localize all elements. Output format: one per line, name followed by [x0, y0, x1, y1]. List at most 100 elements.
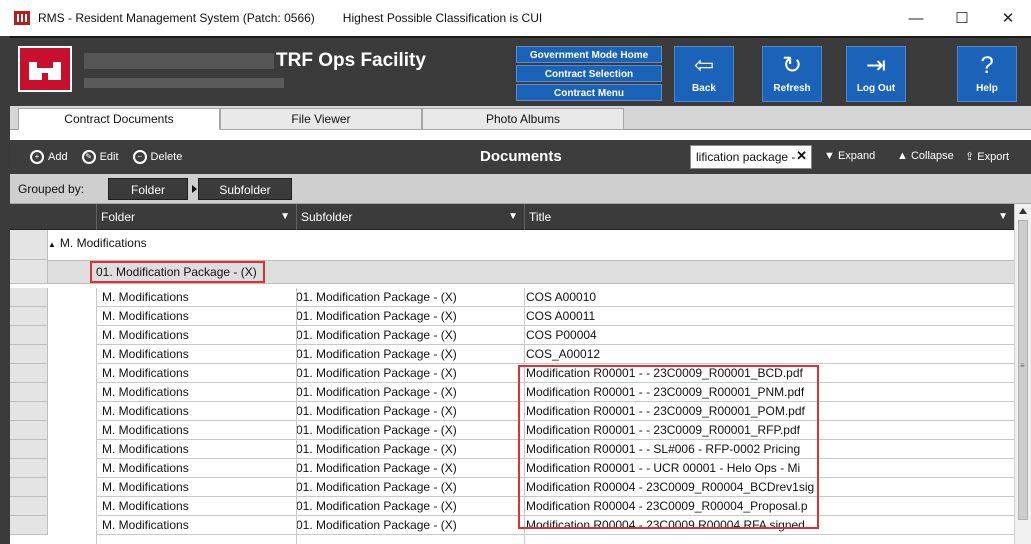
- delete-button[interactable]: − Delete: [132, 150, 183, 164]
- minimize-button[interactable]: —: [893, 0, 939, 36]
- edit-label: Edit: [99, 151, 119, 163]
- cell-subfolder: 01. Modification Package - (X): [296, 480, 457, 494]
- row-header[interactable]: [10, 421, 48, 440]
- filter-icon[interactable]: ▼: [508, 204, 518, 230]
- logout-button[interactable]: ⇥ Log Out: [846, 46, 906, 102]
- group-subfolder-highlight[interactable]: 01. Modification Package - (X): [90, 261, 265, 283]
- back-label: Back: [692, 83, 716, 94]
- expand-button[interactable]: ▼ Expand: [824, 150, 875, 162]
- row-header[interactable]: [10, 459, 48, 478]
- vertical-scrollbar[interactable]: ≡: [1014, 204, 1031, 544]
- row-header[interactable]: [10, 440, 48, 459]
- cell-subfolder: 01. Modification Package - (X): [296, 309, 457, 323]
- edit-icon: ✎: [81, 150, 96, 164]
- row-header[interactable]: [10, 383, 48, 402]
- cell-subfolder: 01. Modification Package - (X): [296, 442, 457, 456]
- cell-folder: M. Modifications: [102, 518, 189, 532]
- collapse-icon: ▲: [897, 150, 911, 162]
- window-title: RMS - Resident Management System (Patch:…: [38, 11, 315, 25]
- back-button[interactable]: ⇦ Back: [674, 46, 734, 102]
- grouped-by-label: Grouped by:: [18, 182, 85, 196]
- cell-subfolder: 01. Modification Package - (X): [296, 290, 457, 304]
- logout-label: Log Out: [856, 83, 896, 94]
- filter-icon[interactable]: ▼: [998, 204, 1008, 230]
- column-folder[interactable]: Folder ▼: [96, 204, 296, 230]
- export-label: Export: [977, 151, 1010, 163]
- edit-button[interactable]: ✎ Edit: [81, 150, 119, 164]
- cell-title: COS P00004: [526, 328, 597, 342]
- group-row-folder[interactable]: ▲ M. Modifications: [48, 236, 147, 250]
- left-edge-bar: [0, 36, 10, 544]
- row-header[interactable]: [10, 402, 48, 421]
- government-mode-home-button[interactable]: Government Mode Home: [516, 46, 662, 63]
- add-icon: +: [30, 150, 44, 164]
- contract-selection-button[interactable]: Contract Selection: [516, 65, 662, 82]
- scroll-grip-icon: ≡: [1020, 361, 1025, 370]
- table-row[interactable]: M. Modifications 01. Modification Package…: [96, 307, 1014, 326]
- help-icon: ?: [980, 52, 994, 79]
- refresh-icon: ↻: [781, 52, 803, 79]
- scroll-thumb[interactable]: [1018, 220, 1028, 520]
- contract-menu-button[interactable]: Contract Menu: [516, 84, 662, 101]
- row-header[interactable]: [10, 364, 48, 383]
- group-chip-subfolder[interactable]: Subfolder: [198, 178, 292, 200]
- row-header[interactable]: [10, 478, 48, 497]
- cell-folder: M. Modifications: [102, 347, 189, 361]
- group-arrow-icon: [192, 185, 197, 193]
- cell-folder: M. Modifications: [102, 442, 189, 456]
- scroll-up-icon[interactable]: [1019, 208, 1027, 214]
- row-header[interactable]: [10, 345, 48, 364]
- row-header[interactable]: [10, 326, 48, 345]
- table-row[interactable]: M. Modifications 01. Modification Package…: [96, 326, 1014, 345]
- cell-subfolder: 01. Modification Package - (X): [296, 347, 457, 361]
- clear-search-icon[interactable]: ✕: [796, 148, 807, 164]
- table-row[interactable]: M. Modifications 01. Modification Package…: [96, 288, 1014, 307]
- export-button[interactable]: ⇪ Export: [965, 150, 1009, 163]
- collapse-caret-icon[interactable]: ▲: [48, 240, 56, 249]
- cell-subfolder: 01. Modification Package - (X): [296, 518, 457, 532]
- search-input[interactable]: lification package - ✕: [690, 145, 812, 169]
- refresh-label: Refresh: [773, 83, 811, 94]
- collapse-button[interactable]: ▲ Collapse: [897, 150, 954, 162]
- back-arrow-icon: ⇦: [693, 52, 715, 79]
- help-label: Help: [976, 83, 998, 94]
- column-title-label: Title: [529, 210, 552, 224]
- cell-folder: M. Modifications: [102, 366, 189, 380]
- help-button[interactable]: ? Help: [957, 46, 1017, 102]
- castle-icon: [29, 58, 61, 80]
- row-header: [10, 260, 48, 284]
- cell-title: COS_A00012: [526, 347, 601, 361]
- expand-icon: ▼: [824, 150, 838, 162]
- maximize-button[interactable]: ☐: [939, 0, 985, 36]
- row-header: [10, 230, 48, 260]
- window-controls: — ☐ ✕: [893, 0, 1031, 36]
- add-button[interactable]: + Add: [30, 150, 68, 164]
- row-header[interactable]: [10, 288, 48, 307]
- column-title[interactable]: Title ▼: [524, 204, 1014, 230]
- close-button[interactable]: ✕: [985, 0, 1031, 36]
- redacted-contract-name: [84, 53, 274, 69]
- add-label: Add: [48, 151, 68, 163]
- row-header[interactable]: [10, 497, 48, 516]
- app-header: TRF Ops Facility Government Mode Home Co…: [10, 36, 1031, 106]
- column-subfolder[interactable]: Subfolder ▼: [296, 204, 524, 230]
- row-header[interactable]: [10, 307, 48, 326]
- tab-contract-documents[interactable]: Contract Documents: [18, 108, 220, 130]
- cell-folder: M. Modifications: [102, 480, 189, 494]
- refresh-button[interactable]: ↻ Refresh: [762, 46, 822, 102]
- delete-label: Delete: [150, 151, 183, 163]
- documents-title: Documents: [480, 148, 562, 165]
- cell-folder: M. Modifications: [102, 499, 189, 513]
- row-header[interactable]: [10, 516, 48, 535]
- table-row[interactable]: M. Modifications 01. Modification Package…: [96, 345, 1014, 364]
- app-logo-icon: [14, 11, 30, 25]
- classification-banner: Highest Possible Classification is CUI: [342, 11, 543, 25]
- facility-name: TRF Ops Facility: [276, 50, 426, 71]
- tab-file-viewer[interactable]: File Viewer: [220, 108, 422, 130]
- group-chip-folder[interactable]: Folder: [108, 178, 188, 200]
- redacted-contract-subtitle: [84, 78, 284, 88]
- tab-photo-albums[interactable]: Photo Albums: [422, 108, 624, 130]
- filter-icon[interactable]: ▼: [280, 204, 290, 230]
- cell-folder: M. Modifications: [102, 423, 189, 437]
- expand-label: Expand: [837, 150, 876, 162]
